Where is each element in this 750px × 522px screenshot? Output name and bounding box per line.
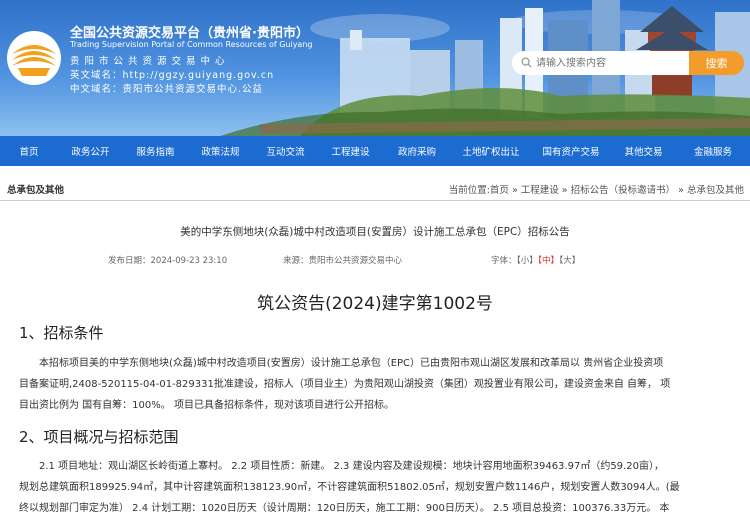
project-overview-paragraph: 2.1 项目地址：观山湖区长岭街道上寨村。 2.2 项目性质：新建。 2.3 建… xyxy=(19,456,731,519)
paragraph-line: 目出资比例为 国有自筹：100%。 项目已具备招标条件，现对该项目进行公开招标。 xyxy=(19,400,394,411)
nav-item-engineering[interactable]: 工程建设 xyxy=(318,144,383,158)
search-input[interactable] xyxy=(534,51,688,76)
site-english-title: Trading Supervision Portal of Common Res… xyxy=(70,40,313,49)
site-header: 全国公共资源交易平台（贵州省·贵阳市） Trading Supervision … xyxy=(0,0,750,136)
english-domain-link[interactable]: http://ggzy.guiyang.gov.cn xyxy=(123,70,275,81)
english-domain: 英文域名：http://ggzy.guiyang.gov.cn xyxy=(70,67,274,81)
section-heading-bidding-conditions: 1、招标条件 xyxy=(19,324,104,342)
nav-item-procurement[interactable]: 政府采购 xyxy=(383,144,451,158)
nav-item-interaction[interactable]: 互动交流 xyxy=(253,144,318,158)
chinese-domain-link[interactable]: 贵阳市公共资源交易中心.公益 xyxy=(123,84,264,95)
site-title: 全国公共资源交易平台（贵州省·贵阳市） xyxy=(70,26,309,41)
section-heading-project-overview: 2、项目概况与招标范围 xyxy=(19,428,179,446)
nav-item-government-affairs[interactable]: 政务公开 xyxy=(58,144,123,158)
font-medium-button[interactable]: 【中】 xyxy=(538,256,559,266)
paragraph-line: 2.1 项目地址：观山湖区长岭街道上寨村。 2.2 项目性质：新建。 2.3 建… xyxy=(39,461,664,472)
site-cn-subtitle: 贵阳市公共资源交易中心 xyxy=(70,56,230,67)
nav-item-home[interactable]: 首页 xyxy=(0,144,58,158)
article-source: 来源：贵阳市公共资源交易中心 xyxy=(283,256,403,266)
publish-date: 发布日期：2024-09-23 23:10 xyxy=(108,256,228,266)
nav-item-service-guide[interactable]: 服务指南 xyxy=(123,144,188,158)
paragraph-line: 本招标项目美的中学东侧地块(众磊)城中村改造项目(安置房）设计施工总承包（EPC… xyxy=(39,358,664,369)
breadcrumb[interactable]: 当前位置:首页 » 工程建设 » 招标公告（投标邀请书） » 总承包及其他 xyxy=(449,182,744,196)
chinese-domain-label: 中文域名： xyxy=(70,84,123,95)
section-bar: 总承包及其他 当前位置:首页 » 工程建设 » 招标公告（投标邀请书） » 总承… xyxy=(0,178,750,201)
paragraph-line: 规划总建筑面积189925.94㎡，其中计容建筑面积138123.90㎡，不计容… xyxy=(19,482,680,493)
nav-item-financial-services[interactable]: 金融服务 xyxy=(676,144,750,158)
document-number: 筑公资告(2024)建字第1002号 xyxy=(257,294,493,314)
nav-item-state-assets[interactable]: 国有资产交易 xyxy=(531,144,611,158)
nav-item-policies[interactable]: 政策法规 xyxy=(188,144,253,158)
search-icon xyxy=(521,57,532,68)
english-domain-label: 英文域名： xyxy=(70,70,123,81)
font-size-label: 字体： xyxy=(491,256,517,266)
paragraph-line: 终以规划部门审定为准） 2.4 计划工期：1020日历天（设计周期：120日历天… xyxy=(19,503,670,514)
logo-icon xyxy=(7,31,61,85)
main-nav: 首页 政务公开 服务指南 政策法规 互动交流 工程建设 政府采购 土地矿权出让 … xyxy=(0,136,750,166)
article-heading: 美的中学东侧地块(众磊)城中村改造项目(安置房）设计施工总承包（EPC）招标公告 xyxy=(180,226,570,238)
search-button[interactable]: 搜索 xyxy=(689,51,744,75)
font-large-button[interactable]: 【大】 xyxy=(559,256,580,266)
chinese-domain: 中文域名：贵阳市公共资源交易中心.公益 xyxy=(70,81,263,95)
font-small-button[interactable]: 【小】 xyxy=(517,256,538,266)
section-title: 总承包及其他 xyxy=(7,185,65,196)
search-box xyxy=(512,51,690,76)
nav-item-other-trading[interactable]: 其他交易 xyxy=(611,144,676,158)
paragraph-line: 目备案证明,2408-520115-04-01-829331批准建设，招标人（项… xyxy=(19,379,671,390)
bidding-conditions-paragraph: 本招标项目美的中学东侧地块(众磊)城中村改造项目(安置房）设计施工总承包（EPC… xyxy=(19,353,731,416)
nav-item-land-mining[interactable]: 土地矿权出让 xyxy=(451,144,531,158)
font-size-controls: 字体：【小】【中】【大】 xyxy=(491,254,580,266)
